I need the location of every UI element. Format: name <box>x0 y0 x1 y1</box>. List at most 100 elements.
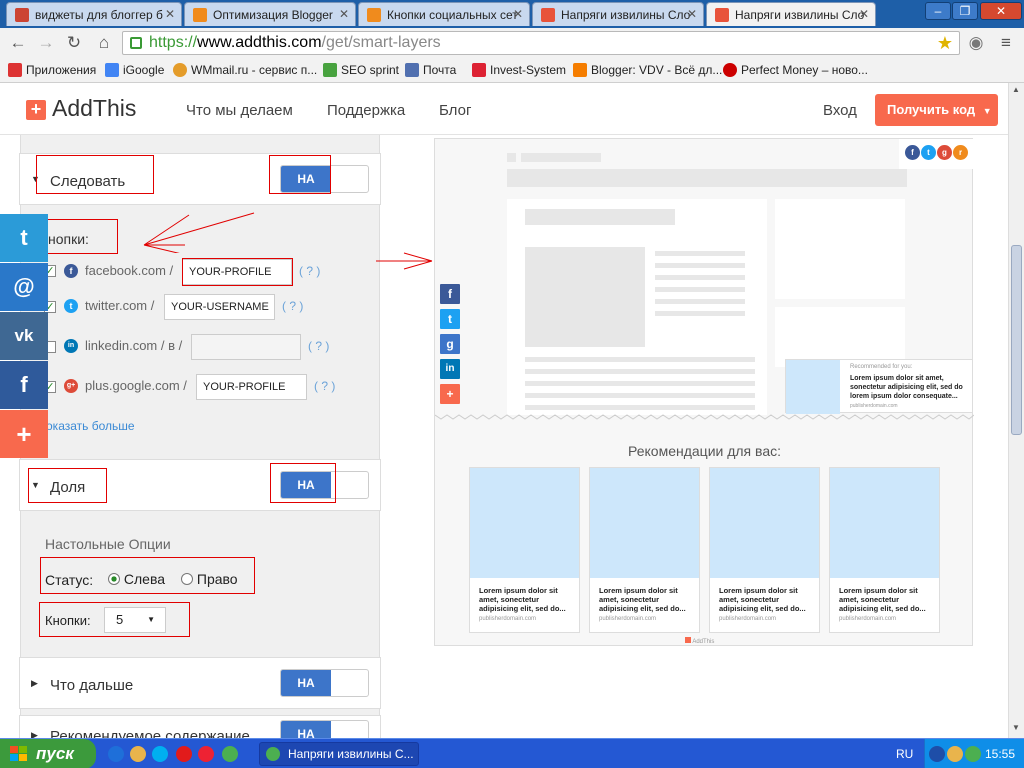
minimize-button[interactable]: – <box>925 2 951 20</box>
share-twitter-icon[interactable]: t <box>0 214 48 262</box>
language-indicator[interactable]: RU <box>896 747 913 761</box>
close-tab-icon[interactable]: ✕ <box>859 7 869 21</box>
close-tab-icon[interactable]: ✕ <box>165 7 175 21</box>
close-tab-icon[interactable]: ✕ <box>339 7 349 21</box>
clock: 15:55 <box>985 747 1016 761</box>
recommendation-card: Lorem ipsum dolor sit amet, sonectetur a… <box>589 467 700 633</box>
twitter-help-link[interactable]: ( ? ) <box>282 299 303 313</box>
tray-app-icon[interactable] <box>947 746 963 762</box>
yandex-icon[interactable] <box>198 746 214 762</box>
whats-next-title: Что дальше <box>50 677 134 694</box>
facebook-help-link[interactable]: ( ? ) <box>299 264 320 278</box>
placeholder-line <box>655 275 745 280</box>
site-logo[interactable]: AddThis <box>52 95 136 122</box>
share-facebook-icon[interactable]: f <box>0 361 48 409</box>
sidebar-placeholder <box>775 199 905 299</box>
page-scrollbar[interactable]: ▲ ▼ <box>1008 83 1024 738</box>
mail-icon <box>405 63 419 77</box>
status-right-radio[interactable]: Право <box>181 571 238 587</box>
close-tab-icon[interactable]: ✕ <box>513 7 523 21</box>
browser-tab[interactable]: Кнопки социальных сет ✕ <box>358 2 530 26</box>
bookmark-apps[interactable]: Приложения <box>8 63 96 77</box>
tab-title: Оптимизация Blogger <box>213 8 333 22</box>
tray-back-icon[interactable] <box>929 746 945 762</box>
addthis-logo-icon[interactable]: + <box>26 100 46 120</box>
whats-next-toggle[interactable]: НА <box>280 669 369 697</box>
bookmark-blogger[interactable]: Blogger: VDV - Всё дл... <box>573 63 722 77</box>
placeholder-line <box>525 393 755 398</box>
browser-tab[interactable]: Оптимизация Blogger ✕ <box>184 2 356 26</box>
taskbar-chrome-window[interactable]: Напряги извилины С... <box>259 742 419 766</box>
bookmark-igoogle[interactable]: iGoogle <box>105 63 164 77</box>
share-more-icon[interactable]: + <box>0 410 48 458</box>
preview-twitter-icon: t <box>440 309 460 329</box>
opera-icon[interactable] <box>176 746 192 762</box>
bookmark-star-icon[interactable]: ★ <box>937 32 953 54</box>
annotation-box <box>182 258 293 286</box>
perfectmoney-icon <box>723 63 737 77</box>
preview-facebook-icon: f <box>440 284 460 304</box>
bookmark-mail[interactable]: Почта <box>405 63 456 77</box>
start-button[interactable]: пуск <box>0 739 96 768</box>
status-left-radio[interactable]: Слева <box>108 571 165 587</box>
igoogle-icon <box>105 63 119 77</box>
scroll-up-icon[interactable]: ▲ <box>1012 85 1020 94</box>
googleplus-help-link[interactable]: ( ? ) <box>314 379 335 393</box>
bookmark-label: SEO sprint <box>341 63 400 77</box>
bookmark-seosprint[interactable]: SEO sprint <box>323 63 399 77</box>
browser-tab-active[interactable]: Напряги извилины Сло ✕ <box>706 2 876 26</box>
skype-icon[interactable] <box>152 746 168 762</box>
login-link[interactable]: Вход <box>823 102 857 119</box>
nav-what-we-do[interactable]: Что мы делаем <box>186 102 293 119</box>
windows-flag-icon <box>10 746 27 761</box>
card-source: publisherdomain.com <box>719 616 777 622</box>
radio-selected-icon <box>108 573 120 585</box>
restore-button[interactable]: ❐ <box>952 2 978 20</box>
browser-tab[interactable]: виджеты для блоггер б ✕ <box>6 2 182 26</box>
close-window-button[interactable]: ✕ <box>980 2 1022 20</box>
ie-icon[interactable] <box>108 746 124 762</box>
menu-icon[interactable]: ≡ <box>996 33 1016 53</box>
forward-icon[interactable]: → <box>36 33 56 53</box>
linkedin-help-link[interactable]: ( ? ) <box>308 339 329 353</box>
toggle-on-label: НА <box>281 721 331 738</box>
whats-next-section-header[interactable]: ▶ Что дальше НА <box>19 657 381 709</box>
scroll-down-icon[interactable]: ▼ <box>1012 723 1020 732</box>
nav-blog[interactable]: Блог <box>439 102 471 119</box>
reload-icon[interactable]: ↻ <box>64 33 84 53</box>
blogger-icon <box>573 63 587 77</box>
show-more-link[interactable]: оказать больше <box>46 419 135 433</box>
bookmark-wmmail[interactable]: WMmail.ru - сервис п... <box>173 63 317 77</box>
home-icon[interactable]: ⌂ <box>94 33 114 53</box>
scroll-thumb[interactable] <box>1011 245 1022 435</box>
share-vk-icon[interactable]: vk <box>0 312 48 360</box>
bookmark-label: iGoogle <box>123 63 165 77</box>
get-code-button[interactable]: Получить код ▼ <box>875 94 998 126</box>
googleplus-profile-input[interactable]: YOUR-PROFILE <box>196 374 307 400</box>
placeholder-line <box>655 287 745 292</box>
recommended-toggle[interactable]: НА <box>280 720 369 738</box>
browser-quicklaunch-icon[interactable] <box>130 746 146 762</box>
bookmark-perfectmoney[interactable]: Perfect Money – ново... <box>723 63 868 77</box>
bookmark-label: Blogger: VDV - Всё дл... <box>591 63 723 77</box>
apps-grid-icon <box>8 63 22 77</box>
tray-chrome-icon[interactable] <box>965 746 981 762</box>
back-icon[interactable]: ← <box>8 33 28 53</box>
bookmark-invest[interactable]: Invest-System <box>472 63 566 77</box>
card-thumbnail <box>830 468 939 578</box>
twitter-username-input[interactable]: YOUR-USERNAME <box>164 294 275 320</box>
linkedin-profile-input[interactable] <box>191 334 301 360</box>
chrome-icon[interactable] <box>222 746 238 762</box>
close-tab-icon[interactable]: ✕ <box>687 7 697 21</box>
url-path: /get/smart-layers <box>321 34 441 51</box>
extension-icon[interactable]: ◉ <box>966 33 986 53</box>
browser-tab[interactable]: Напряги извилины Сло ✕ <box>532 2 704 26</box>
toggle-on-label: НА <box>281 670 331 696</box>
nav-support[interactable]: Поддержка <box>327 102 405 119</box>
recommended-section-header[interactable]: ▶ Рекомендуемое содержание НА <box>19 715 381 738</box>
caret-down-icon: ▼ <box>147 615 155 624</box>
share-email-icon[interactable]: @ <box>0 263 48 311</box>
recommendation-card: Lorem ipsum dolor sit amet, sonectetur a… <box>709 467 820 633</box>
buttons-count-select[interactable]: 5 ▼ <box>104 607 166 633</box>
address-bar[interactable]: https://www.addthis.com/get/smart-layers… <box>122 31 960 55</box>
